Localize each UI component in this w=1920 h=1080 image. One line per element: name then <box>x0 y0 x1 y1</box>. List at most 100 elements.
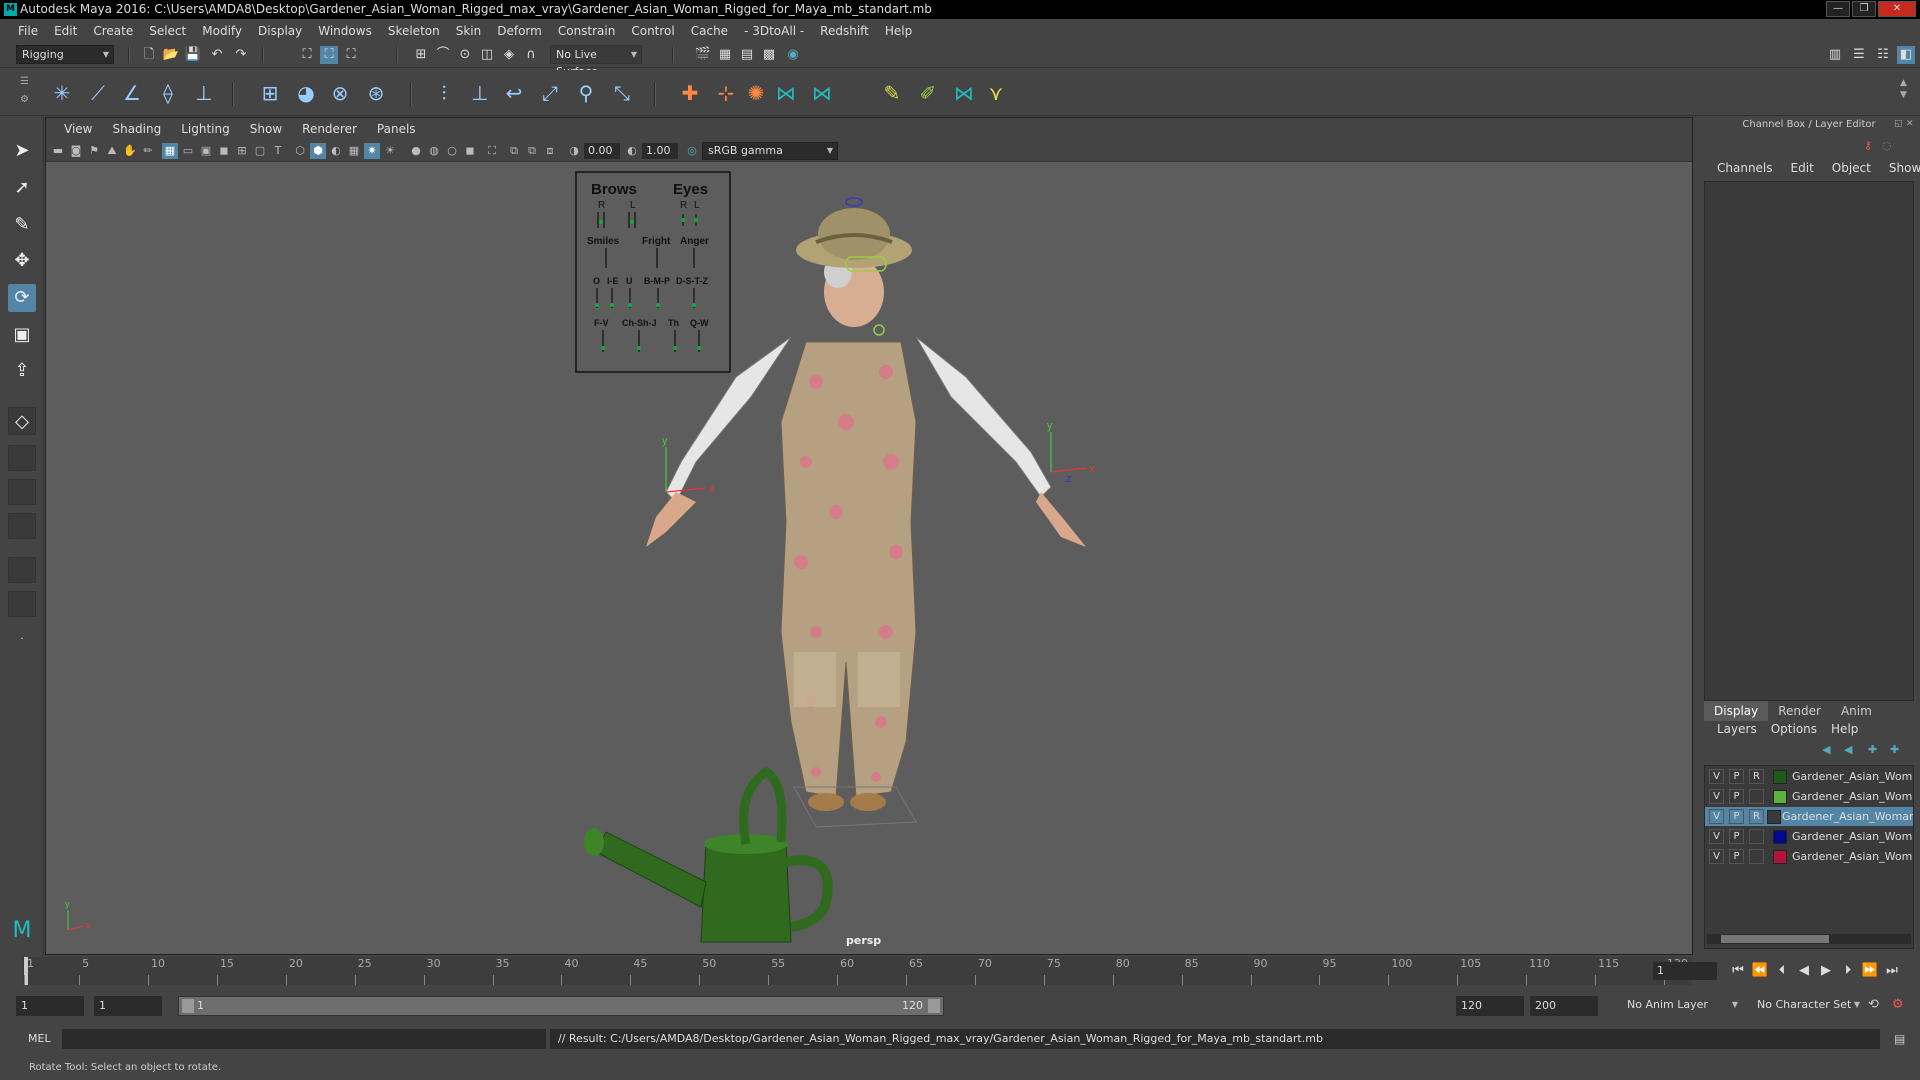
layer-visibility-toggle[interactable]: V <box>1709 809 1724 824</box>
anim-layer-dropdown[interactable]: No Anim Layer <box>1622 996 1742 1016</box>
go-to-end-icon[interactable]: ⏭ <box>1882 962 1902 980</box>
le-menu-layers[interactable]: Layers <box>1710 722 1764 736</box>
cluster-icon[interactable]: ⊛ <box>362 79 390 107</box>
grid-icon[interactable]: ▦ <box>162 143 178 159</box>
new-scene-icon[interactable]: 🗋 <box>140 46 158 64</box>
parent-constraint-icon[interactable]: ⚲ <box>572 79 600 107</box>
move-tool-icon[interactable]: ✥ <box>8 247 36 275</box>
gamma-icon[interactable]: ◐ <box>624 143 640 159</box>
layer-visibility-toggle[interactable]: V <box>1709 769 1724 784</box>
cb-menu-channels[interactable]: Channels <box>1708 161 1782 175</box>
channel-box-key-icon[interactable]: ⚷ <box>1864 139 1872 152</box>
anti-aliasing-icon[interactable]: ○ <box>444 143 460 159</box>
ik-handle-icon[interactable]: ∠ <box>118 79 146 107</box>
two-d-pan-icon[interactable]: ✋ <box>122 143 138 159</box>
snap-grid-icon[interactable]: ⊞ <box>412 46 430 64</box>
layer-playback-toggle[interactable]: P <box>1729 789 1744 804</box>
film-gate-icon[interactable]: ▭ <box>180 143 196 159</box>
insert-joint-icon[interactable]: ⟋ <box>84 79 112 107</box>
orient-constraint-icon[interactable]: ↩ <box>500 79 528 107</box>
point-constraint-icon[interactable]: ⫶ <box>430 79 458 107</box>
safe-title-icon[interactable]: T <box>270 143 286 159</box>
character-set-dropdown[interactable]: No Character Set <box>1752 996 1864 1016</box>
vp-menu-panels[interactable]: Panels <box>367 122 426 136</box>
layer-name[interactable]: Gardener_Asian_Wom <box>1792 767 1913 786</box>
close-panel-icon[interactable]: ✕ <box>1906 119 1914 129</box>
new-layer-from-selected-icon[interactable]: ✚ <box>1890 743 1899 756</box>
grease-pencil-icon[interactable]: ✏ <box>140 143 156 159</box>
scale-constraint-icon[interactable]: ⤢ <box>536 79 564 107</box>
select-tool-icon[interactable]: ➤ <box>8 137 36 165</box>
hik-icon[interactable]: ⋈ <box>772 79 800 107</box>
auto-key-icon[interactable]: ⟲ <box>1868 997 1879 1012</box>
move-layer-up-icon[interactable]: ◀ <box>1822 743 1830 756</box>
layer-playback-toggle[interactable]: P <box>1729 769 1744 784</box>
perspective-viewport[interactable]: View Shading Lighting Show Renderer Pane… <box>45 117 1693 955</box>
layer-display-type-toggle[interactable]: R <box>1749 809 1764 824</box>
graph-layout-icon[interactable] <box>8 557 36 583</box>
layer-row[interactable]: V P Gardener_Asian_Wom <box>1705 847 1913 866</box>
layer-display-type-toggle[interactable] <box>1749 829 1764 844</box>
layer-visibility-toggle[interactable]: V <box>1709 789 1724 804</box>
layer-name[interactable]: Gardener_Asian_Wom <box>1792 847 1913 866</box>
motion-blur-icon[interactable]: ◍ <box>426 143 442 159</box>
vp-menu-view[interactable]: View <box>54 122 102 136</box>
step-forward-frame-icon[interactable]: ⏩ <box>1860 962 1880 980</box>
step-back-key-icon[interactable]: ⏴ <box>1772 962 1792 980</box>
new-empty-layer-icon[interactable]: ✚ <box>1868 743 1877 756</box>
use-all-lights-icon[interactable]: ✷ <box>364 143 380 159</box>
xray-icon[interactable]: ⧉ <box>506 143 522 159</box>
cb-menu-object[interactable]: Object <box>1823 161 1880 175</box>
current-frame-field[interactable]: 1 <box>1653 962 1717 980</box>
outliner-layout-icon[interactable] <box>8 513 36 539</box>
layer-name[interactable]: Gardener_Asian_Wom <box>1792 787 1913 806</box>
layer-row-selected[interactable]: V P R Gardener_Asian_Woman <box>1705 807 1913 826</box>
render-settings-icon[interactable]: ▤ <box>738 46 756 64</box>
redo-icon[interactable]: ↷ <box>232 46 250 64</box>
live-surface-field[interactable]: No Live Surface <box>550 45 642 78</box>
layer-name[interactable]: Gardener_Asian_Woman <box>1782 807 1913 826</box>
ik-spline-icon[interactable]: ⟠ <box>154 79 182 107</box>
shelf-scroll-up-icon[interactable]: ▲ <box>1900 78 1907 88</box>
two-pane-layout-icon[interactable] <box>8 479 36 505</box>
save-scene-icon[interactable]: 💾 <box>184 46 202 64</box>
menu-select[interactable]: Select <box>141 21 194 41</box>
time-slider[interactable]: 1 5 10 15 20 25 30 35 40 45 50 55 60 65 70 75 80 85 90 95 10… <box>0 955 1920 987</box>
smooth-shade-icon[interactable]: ⬢ <box>310 143 326 159</box>
depth-of-field-icon[interactable]: ◼ <box>462 143 478 159</box>
hypershade-layout-icon[interactable] <box>8 591 36 617</box>
color-management-icon[interactable]: ◎ <box>684 143 700 159</box>
facial-rig-control-panel[interactable]: Brows Eyes R L R L Smiles Fright Anger O… <box>575 171 731 373</box>
toggle-channel-box-icon[interactable]: ◧ <box>1897 46 1915 64</box>
menu-constrain[interactable]: Constrain <box>550 21 624 41</box>
menu-windows[interactable]: Windows <box>310 21 380 41</box>
tab-render[interactable]: Render <box>1768 701 1831 721</box>
layer-color-swatch[interactable] <box>1773 830 1787 844</box>
layer-display-type-toggle[interactable]: R <box>1749 769 1764 784</box>
select-hierarchy-icon[interactable]: ⛶ <box>298 46 316 64</box>
right-wrist-joint-gizmo[interactable]: y x z <box>1047 420 1095 485</box>
xray-joints-icon[interactable]: ⧉ <box>524 143 540 159</box>
layer-row[interactable]: V P Gardener_Asian_Wom <box>1705 787 1913 806</box>
float-panel-icon[interactable]: ◱ <box>1894 119 1903 129</box>
lasso-tool-icon[interactable]: ➚ <box>8 174 36 202</box>
gardener-character-model[interactable] <box>646 197 1086 828</box>
layer-playback-toggle[interactable]: P <box>1729 809 1744 824</box>
shelf-scroll-down-icon[interactable]: ▼ <box>1900 90 1907 100</box>
field-chart-icon[interactable]: ⊞ <box>234 143 250 159</box>
hypershade-icon[interactable]: ▩ <box>760 46 778 64</box>
menu-control[interactable]: Control <box>623 21 682 41</box>
snap-magnet-icon[interactable]: ∩ <box>522 46 540 64</box>
mirror-joint-icon[interactable]: ⊥ <box>190 79 218 107</box>
shadows-icon[interactable]: ☀ <box>382 143 398 159</box>
create-joints-icon[interactable]: ✳ <box>48 79 76 107</box>
menu-set-dropdown[interactable]: Rigging <box>16 45 114 64</box>
toggle-attribute-editor-icon[interactable]: ☰ <box>1850 46 1868 64</box>
hik-control-icon[interactable]: ⋈ <box>808 79 836 107</box>
menu-deform[interactable]: Deform <box>489 21 550 41</box>
gamma-field[interactable]: 1.00 <box>642 143 678 159</box>
go-to-start-icon[interactable]: ⏮ <box>1728 962 1748 980</box>
cb-menu-edit[interactable]: Edit <box>1782 161 1823 175</box>
lattice-icon[interactable]: ⊗ <box>326 79 354 107</box>
layer-row[interactable]: V P R Gardener_Asian_Wom <box>1705 767 1913 786</box>
